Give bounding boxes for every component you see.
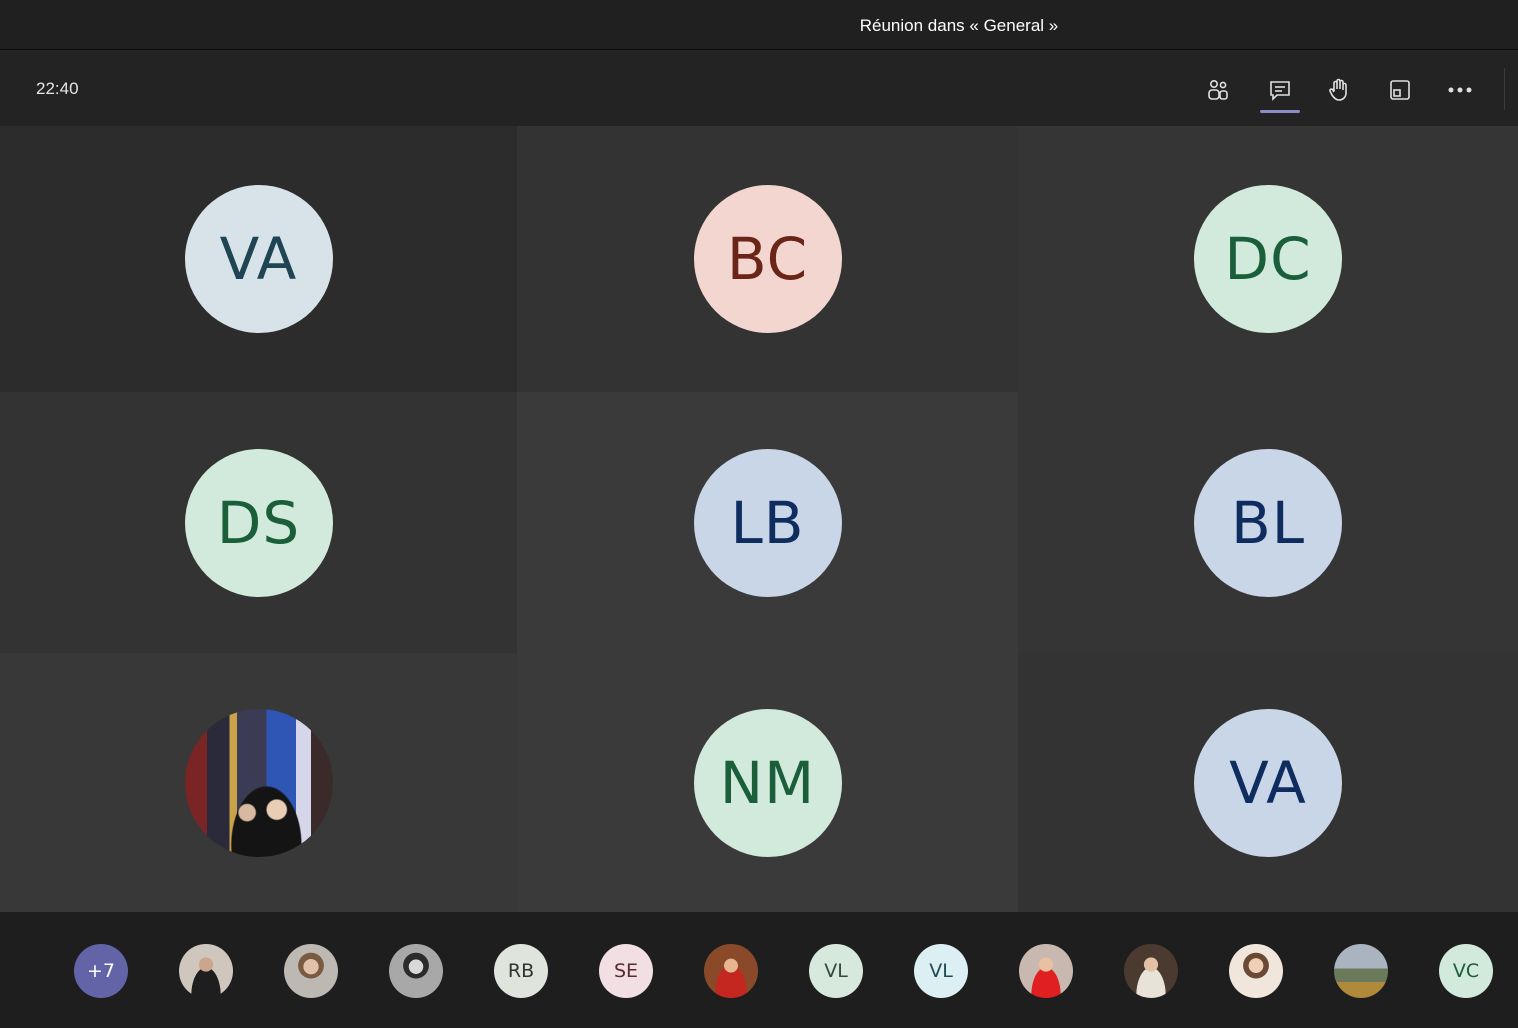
participant-tile[interactable]: NM	[517, 653, 1018, 912]
avatar: DS	[184, 448, 333, 597]
roster-avatar-photo[interactable]	[179, 944, 233, 998]
roster-avatar[interactable]: SE	[599, 944, 653, 998]
roster-avatar-photo[interactable]	[1334, 944, 1388, 998]
avatar: BC	[693, 185, 842, 333]
participant-tile[interactable]: VA	[0, 126, 517, 392]
roster-avatar-photo[interactable]	[1124, 944, 1178, 998]
avatar: LB	[693, 448, 842, 597]
roster-avatar-photo[interactable]	[704, 944, 758, 998]
participant-tile[interactable]: LB	[517, 392, 1018, 653]
avatar: DC	[1194, 185, 1342, 333]
meeting-clock: 22:40	[36, 79, 79, 98]
video-grid: VA BC DC DS LB BL NM VA	[0, 126, 1518, 912]
participant-roster: +7 RB SE VL VL VC	[0, 912, 1518, 1028]
participant-tile[interactable]	[0, 653, 517, 912]
participant-tile[interactable]: DS	[0, 392, 517, 653]
people-icon	[1208, 79, 1228, 100]
roster-avatar[interactable]: VL	[809, 944, 863, 998]
roster-avatar-photo[interactable]	[284, 944, 338, 998]
roster-avatar-photo[interactable]	[1019, 944, 1073, 998]
roster-avatar[interactable]: VC	[1439, 944, 1493, 998]
chat-icon	[1270, 81, 1290, 101]
hand-icon	[1329, 78, 1347, 101]
roster-avatar-photo[interactable]	[389, 944, 443, 998]
avatar: NM	[693, 708, 842, 857]
raise-hand-button[interactable]	[1319, 70, 1359, 110]
roster-avatar[interactable]: RB	[494, 944, 548, 998]
participant-tile[interactable]: BC	[517, 126, 1018, 392]
participant-tile[interactable]: DC	[1018, 126, 1518, 392]
title-bar: Réunion dans « General »	[0, 0, 1518, 50]
roster-avatar[interactable]: VL	[914, 944, 968, 998]
meeting-toolbar: 22:40	[0, 50, 1518, 126]
avatar-photo	[184, 708, 333, 857]
breakout-rooms-button[interactable]	[1380, 70, 1420, 110]
avatar: BL	[1194, 448, 1342, 597]
more-icon	[1448, 87, 1472, 93]
chat-button[interactable]	[1260, 70, 1300, 113]
avatar: VA	[184, 185, 333, 333]
window-icon	[1390, 80, 1410, 100]
avatar: VA	[1194, 708, 1342, 857]
participant-tile[interactable]: VA	[1018, 653, 1518, 912]
toolbar-divider	[1504, 68, 1505, 110]
participant-tile[interactable]: BL	[1018, 392, 1518, 653]
more-options-button[interactable]	[1440, 70, 1480, 110]
participants-button[interactable]	[1198, 70, 1238, 110]
more-participants-button[interactable]: +7	[74, 944, 128, 998]
meeting-title: Réunion dans « General »	[859, 16, 1059, 35]
roster-avatar-photo[interactable]	[1229, 944, 1283, 998]
